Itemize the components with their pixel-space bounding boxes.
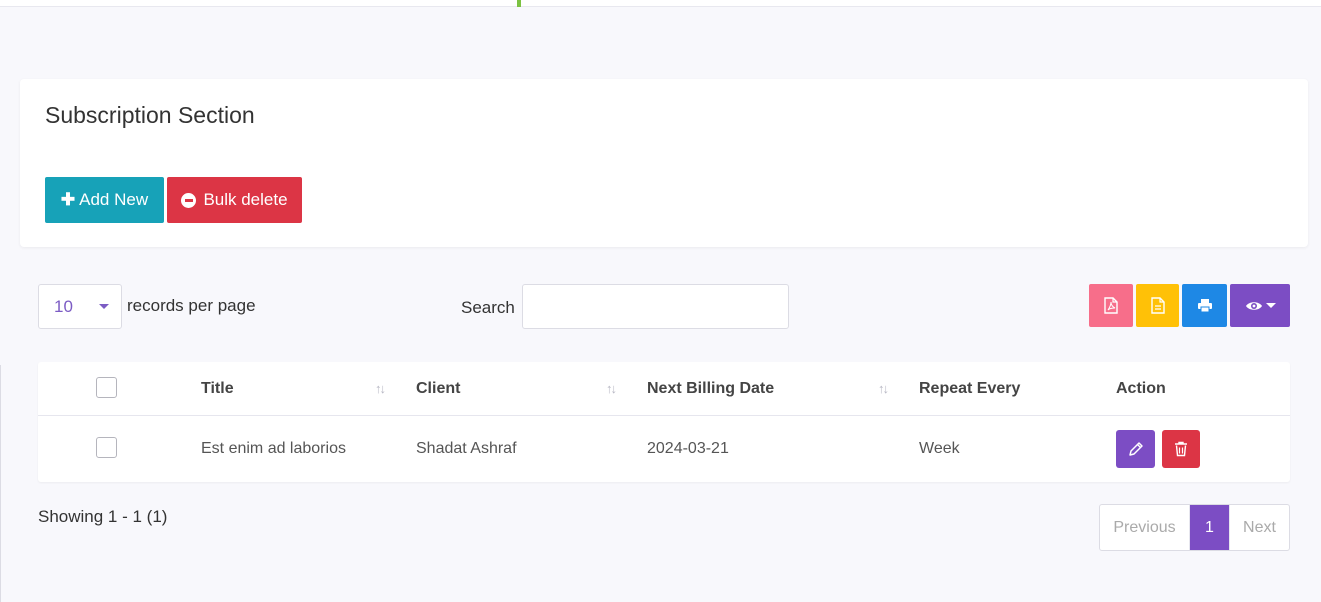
per-page-value: 10: [54, 296, 73, 316]
search-input[interactable]: [522, 284, 789, 329]
add-new-button[interactable]: ✚ Add New: [45, 177, 164, 223]
records-summary: Showing 1 - 1 (1): [38, 507, 168, 526]
minus-circle-icon: [181, 192, 197, 208]
plus-icon: ✚: [60, 190, 76, 209]
row-checkbox[interactable]: [96, 437, 117, 458]
cell-repeat-every: Week: [919, 440, 960, 457]
export-csv-button[interactable]: [1136, 284, 1179, 327]
cell-title: Est enim ad laborios: [201, 440, 346, 457]
eye-icon: [1245, 301, 1262, 310]
add-new-label: Add New: [79, 190, 149, 209]
bulk-delete-label: Bulk delete: [203, 190, 288, 209]
sort-icon[interactable]: ↑↓: [375, 381, 386, 396]
pencil-icon: [1128, 442, 1143, 456]
export-pdf-button[interactable]: [1089, 284, 1133, 327]
column-header-client[interactable]: Client: [416, 380, 460, 398]
records-per-page-select[interactable]: 10: [38, 284, 122, 329]
page-title: Subscription Section: [45, 102, 255, 128]
subscriptions-table: Title ↑↓ Client ↑↓ Next Billing Date ↑↓ …: [38, 362, 1290, 482]
print-icon: [1197, 299, 1212, 313]
column-header-repeat-every: Repeat Every: [919, 380, 1021, 397]
csv-icon: [1150, 297, 1165, 314]
select-all-checkbox[interactable]: [96, 377, 117, 398]
sort-icon[interactable]: ↑↓: [878, 381, 889, 396]
previous-page-button[interactable]: Previous: [1100, 505, 1190, 550]
cell-client: Shadat Ashraf: [416, 440, 517, 457]
column-header-action: Action: [1116, 380, 1166, 397]
cell-next-billing-date: 2024-03-21: [647, 440, 729, 457]
print-button[interactable]: [1182, 284, 1227, 327]
per-page-label: records per page: [127, 296, 256, 315]
top-bar: [0, 0, 1321, 7]
subscription-card: Subscription Section ✚ Add New Bulk dele…: [20, 79, 1308, 247]
search-label: Search: [461, 298, 515, 317]
chevron-down-icon: [1265, 303, 1276, 308]
next-page-button[interactable]: Next: [1229, 505, 1289, 550]
column-header-next-billing-date[interactable]: Next Billing Date: [647, 380, 774, 398]
table-header: Title ↑↓ Client ↑↓ Next Billing Date ↑↓ …: [38, 362, 1290, 416]
active-tab-indicator: [517, 0, 521, 7]
trash-icon: [1175, 441, 1187, 457]
pagination: Previous 1 Next: [1099, 504, 1290, 551]
edit-button[interactable]: [1116, 430, 1155, 468]
column-header-title[interactable]: Title: [201, 380, 234, 398]
sort-icon[interactable]: ↑↓: [606, 381, 617, 396]
page-1-button[interactable]: 1: [1190, 505, 1229, 550]
chevron-down-icon: [99, 304, 109, 309]
sidebar-border: [0, 365, 1, 602]
pdf-icon: [1104, 297, 1118, 314]
delete-button[interactable]: [1162, 430, 1200, 468]
bulk-delete-button[interactable]: Bulk delete: [167, 177, 302, 223]
column-visibility-button[interactable]: [1230, 284, 1290, 327]
